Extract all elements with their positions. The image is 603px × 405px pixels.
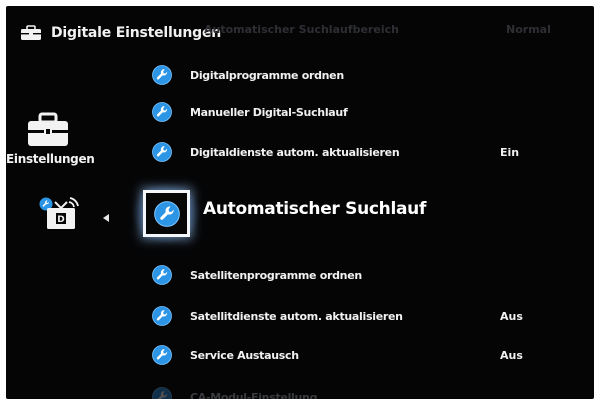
arrow-left-icon[interactable]: [103, 214, 109, 222]
page-title: Digitale Einstellungen: [51, 25, 222, 41]
menu-item-label: Service Austausch: [190, 348, 299, 362]
wrench-icon: [152, 345, 172, 365]
digital-antenna-icon[interactable]: D: [39, 196, 81, 230]
menu-item[interactable]: Digitalprogramme ordnen: [152, 64, 344, 86]
wrench-icon: [152, 265, 172, 285]
menu-item-label: Digitalprogramme ordnen: [190, 68, 344, 82]
menu-item-value: Ein: [500, 146, 520, 159]
screen-header: Digitale Einstellungen: [20, 21, 221, 45]
menu-item[interactable]: Manueller Digital-Suchlauf: [152, 101, 348, 123]
toolbox-icon: [21, 25, 41, 40]
faded-menu-item-label: CA-Modul-Einstellung: [190, 390, 318, 400]
menu-item-value: Aus: [500, 310, 523, 323]
selected-item-frame[interactable]: [143, 190, 190, 237]
faded-menu-value-above: Normal: [506, 23, 551, 36]
wrench-icon: [152, 102, 172, 122]
wrench-icon: [152, 65, 172, 85]
wrench-icon: [154, 201, 180, 227]
wrench-icon: [152, 387, 172, 399]
category-label: Einstellungen: [6, 152, 95, 166]
menu-item[interactable]: Satellitdienste autom. aktualisieren: [152, 305, 403, 327]
wrench-icon: [152, 306, 172, 326]
faded-menu-item-below: CA-Modul-Einstellung: [152, 387, 317, 399]
menu-item-label: Digitaldienste autom. aktualisieren: [190, 145, 400, 159]
menu-item[interactable]: Satellitenprogramme ordnen: [152, 264, 362, 286]
wrench-icon: [152, 142, 172, 162]
menu-item-label: Satellitenprogramme ordnen: [190, 268, 362, 282]
menu-item-label: Manueller Digital-Suchlauf: [190, 105, 348, 119]
menu-item[interactable]: Digitaldienste autom. aktualisieren: [152, 141, 400, 163]
category-settings[interactable]: Einstellungen: [6, 112, 95, 166]
menu-item[interactable]: Service Austausch: [152, 344, 299, 366]
selected-item-label[interactable]: Automatischer Suchlauf: [203, 199, 426, 219]
faded-menu-item-above: Automatischer Suchlaufbereich: [204, 23, 399, 36]
svg-text:D: D: [57, 215, 64, 225]
tv-screen: Digitale Einstellungen Automatischer Suc…: [6, 6, 594, 399]
menu-item-label: Satellitdienste autom. aktualisieren: [190, 309, 403, 323]
toolbox-icon: [28, 112, 68, 146]
menu-item-value: Aus: [500, 349, 523, 362]
